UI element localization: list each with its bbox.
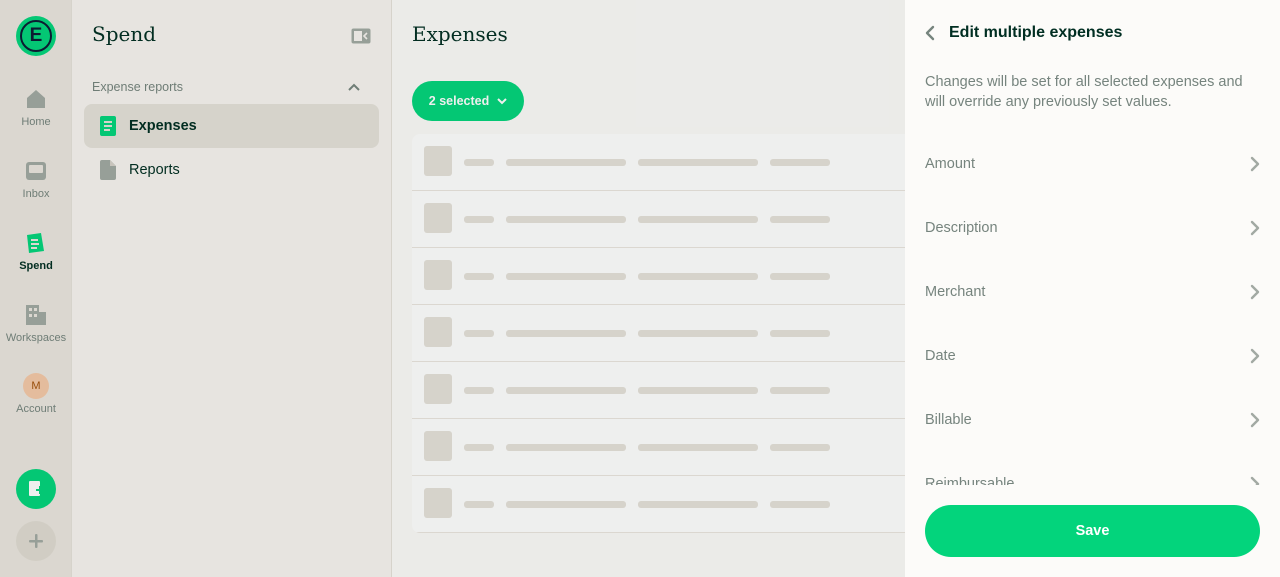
field-label: Billable — [925, 412, 972, 428]
modal-overlay[interactable] — [0, 0, 905, 577]
chevron-right-icon — [1250, 476, 1260, 485]
field-list: Amount Description Merchant Date Billable Rei… — [905, 132, 1280, 485]
panel-header: Edit multiple expenses — [925, 24, 1122, 42]
field-label: Amount — [925, 156, 975, 172]
panel-description: Changes will be set for all selected exp… — [925, 74, 1243, 110]
save-button[interactable]: Save — [925, 505, 1260, 557]
chevron-right-icon — [1250, 412, 1260, 428]
field-row-reimbursable[interactable]: Reimbursable — [905, 452, 1280, 485]
field-label: Date — [925, 348, 956, 364]
back-arrow-icon[interactable] — [925, 25, 935, 41]
field-row-merchant[interactable]: Merchant — [905, 260, 1280, 324]
chevron-right-icon — [1250, 156, 1260, 172]
edit-multiple-expenses-panel: Edit multiple expenses Changes will be s… — [905, 0, 1280, 577]
field-row-date[interactable]: Date — [905, 324, 1280, 388]
chevron-right-icon — [1250, 284, 1260, 300]
field-label: Reimbursable — [925, 476, 1015, 485]
field-row-amount[interactable]: Amount — [905, 132, 1280, 196]
field-label: Description — [925, 220, 998, 236]
chevron-right-icon — [1250, 348, 1260, 364]
chevron-right-icon — [1250, 220, 1260, 236]
field-label: Merchant — [925, 284, 986, 300]
panel-title: Edit multiple expenses — [949, 24, 1123, 41]
field-row-description[interactable]: Description — [905, 196, 1280, 260]
field-row-billable[interactable]: Billable — [905, 388, 1280, 452]
